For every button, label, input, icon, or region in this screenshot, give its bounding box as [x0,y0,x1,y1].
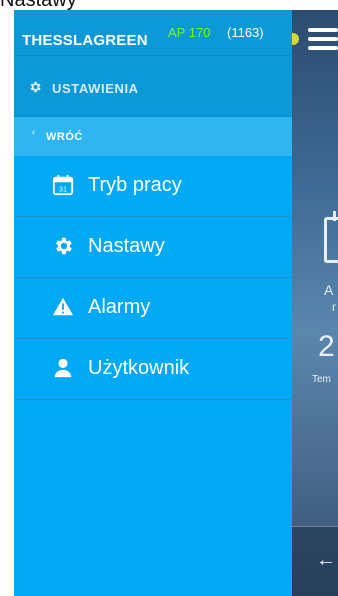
back-label: WRÓĆ [46,131,83,143]
section-settings: USTAWIENIA [14,56,292,116]
navigation-drawer: THESSLAGREEN AP 170 (1163) USTAWIENIA ‹ … [14,10,292,596]
warning-icon [52,297,74,316]
menu-item-nastawy[interactable]: Nastawy [14,217,292,278]
menu-item-label: Alarmy [88,296,151,318]
background-text-fragment: A [324,282,334,298]
background-value-fragment: 2 [318,330,335,363]
hamburger-menu-icon[interactable] [308,28,338,50]
background-text-fragment: r [332,300,336,314]
gear-icon [30,81,41,93]
drawer-header: THESSLAGREEN AP 170 (1163) [14,10,292,56]
status-strip: Nastawy [0,0,338,10]
mode-calendar-icon [324,211,338,263]
device-count: (1163) [227,25,264,40]
calendar-icon: 31 [52,174,74,196]
arrow-left-icon[interactable]: ← [316,549,336,572]
menu-item-alarmy[interactable]: Alarmy [14,278,292,339]
app-screen: A r 2 Tem ← THESSLAGREEN AP 170 (1163) U… [14,10,338,596]
svg-text:31: 31 [59,184,67,193]
section-label: USTAWIENIA [52,81,139,96]
menu-item-uzytkownik[interactable]: Użytkownik [14,339,292,400]
menu-item-label: Tryb pracy [88,174,182,196]
menu-item-tryb-pracy[interactable]: 31 Tryb pracy [14,156,292,217]
bottom-bar: ← [292,526,338,596]
chevron-left-icon: ‹ [32,127,35,137]
partial-top-label: Nastawy [0,0,77,10]
gear-icon [56,237,72,255]
menu-item-label: Użytkownik [88,357,190,379]
background-label-fragment: Tem [312,374,331,385]
user-icon [54,358,72,378]
back-button[interactable]: ‹ WRÓĆ [14,116,292,156]
device-model: AP 170 [168,25,211,40]
main-content-background: A r 2 Tem ← [287,10,338,596]
menu-item-label: Nastawy [88,235,165,257]
brand-title: THESSLAGREEN [22,32,148,49]
